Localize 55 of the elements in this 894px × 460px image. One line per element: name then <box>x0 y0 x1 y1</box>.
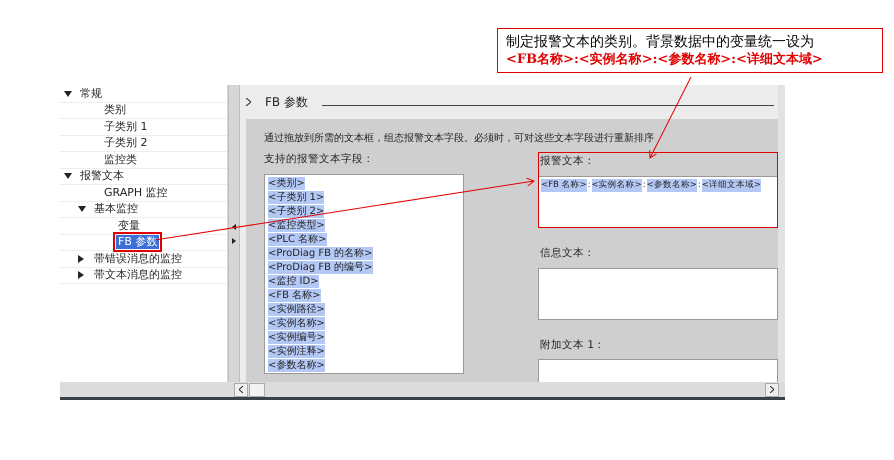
annotation-highlight-text: <FB名称>:<实例名称>:<参数名称>:<详细文本域> <box>506 51 824 68</box>
field-item[interactable]: <子类别 1> <box>268 190 324 204</box>
text-box-label: 附加文本 1： <box>539 338 606 352</box>
field-item[interactable]: <实例注释> <box>268 344 325 358</box>
field-token[interactable]: <详细文本域> <box>702 178 762 192</box>
section-title: FB 参数 <box>265 94 308 111</box>
field-item[interactable]: <监控类型> <box>268 218 325 232</box>
tree-item[interactable]: 子类别 1 <box>102 120 150 134</box>
field-list-label: 支持的报警文本字段： <box>264 152 375 167</box>
field-item[interactable]: <实例名称> <box>268 316 325 330</box>
field-token[interactable]: <实例名称> <box>592 178 642 192</box>
tree-item[interactable]: 基本监控 <box>92 202 140 216</box>
field-item[interactable]: <实例编号> <box>268 330 325 344</box>
text-box[interactable] <box>538 268 778 320</box>
tree-item[interactable]: 类别 <box>102 103 128 118</box>
tree-item[interactable]: 带错误消息的监控 <box>92 252 184 266</box>
separator-text: : <box>698 178 701 192</box>
field-item[interactable]: <类别> <box>268 176 305 190</box>
text-box[interactable]: <FB 名称>:<实例名称>:<参数名称>:<详细文本域> <box>538 176 778 228</box>
text-box-label: 报警文本： <box>539 154 596 169</box>
tree-item[interactable]: 变量 <box>116 218 142 233</box>
field-token[interactable]: <FB 名称> <box>541 178 587 192</box>
chevron-right-icon <box>770 386 774 393</box>
field-item[interactable]: <ProDiag FB 的编号> <box>268 260 373 274</box>
separator-text: : <box>642 178 646 192</box>
field-item[interactable]: <FB 名称> <box>268 288 321 302</box>
hint-text: 通过拖放到所需的文本框，组态报警文本字段。必须时，可对这些文本字段进行重新排序 <box>264 132 655 146</box>
left-arrow-icon[interactable] <box>232 224 236 230</box>
tree-item[interactable]: 监控类 <box>102 152 139 167</box>
field-item[interactable]: <子类别 2> <box>268 204 324 218</box>
scrollbar-thumb[interactable] <box>249 382 265 396</box>
tree-item[interactable]: 带文本消息的监控 <box>92 268 184 282</box>
expanded-triangle-icon[interactable] <box>64 90 72 97</box>
field-item[interactable]: <ProDiag FB 的名称> <box>268 246 373 260</box>
field-item[interactable]: <实例路径> <box>268 302 325 316</box>
field-item[interactable]: <PLC 名称> <box>268 232 327 246</box>
annotation-text: 制定报警文本的类别。背景数据中的变量统一设为 <box>506 33 815 51</box>
tree-item[interactable]: GRAPH 监控 <box>102 186 170 200</box>
tree-item[interactable]: 常规 <box>78 86 104 101</box>
tree-item[interactable]: FB 参数 <box>116 235 160 250</box>
vertical-scrollbar[interactable] <box>778 85 785 382</box>
chevron-right-icon[interactable] <box>246 98 251 106</box>
field-item[interactable]: <参数名称> <box>268 358 325 372</box>
separator-text: : <box>588 178 591 192</box>
tree-item[interactable]: 子类别 2 <box>102 136 150 150</box>
expanded-triangle-icon[interactable] <box>78 206 86 212</box>
expanded-triangle-icon[interactable] <box>64 173 72 180</box>
field-item[interactable]: <监控 ID> <box>268 274 319 288</box>
right-arrow-icon[interactable] <box>232 238 236 244</box>
tree-item[interactable]: 报警文本 <box>78 169 126 184</box>
chevron-left-icon <box>239 386 243 393</box>
scroll-right-button[interactable] <box>765 382 779 396</box>
text-box-label: 信息文本： <box>539 246 596 261</box>
field-token[interactable]: <参数名称> <box>646 178 697 192</box>
scroll-left-button[interactable] <box>234 382 248 396</box>
